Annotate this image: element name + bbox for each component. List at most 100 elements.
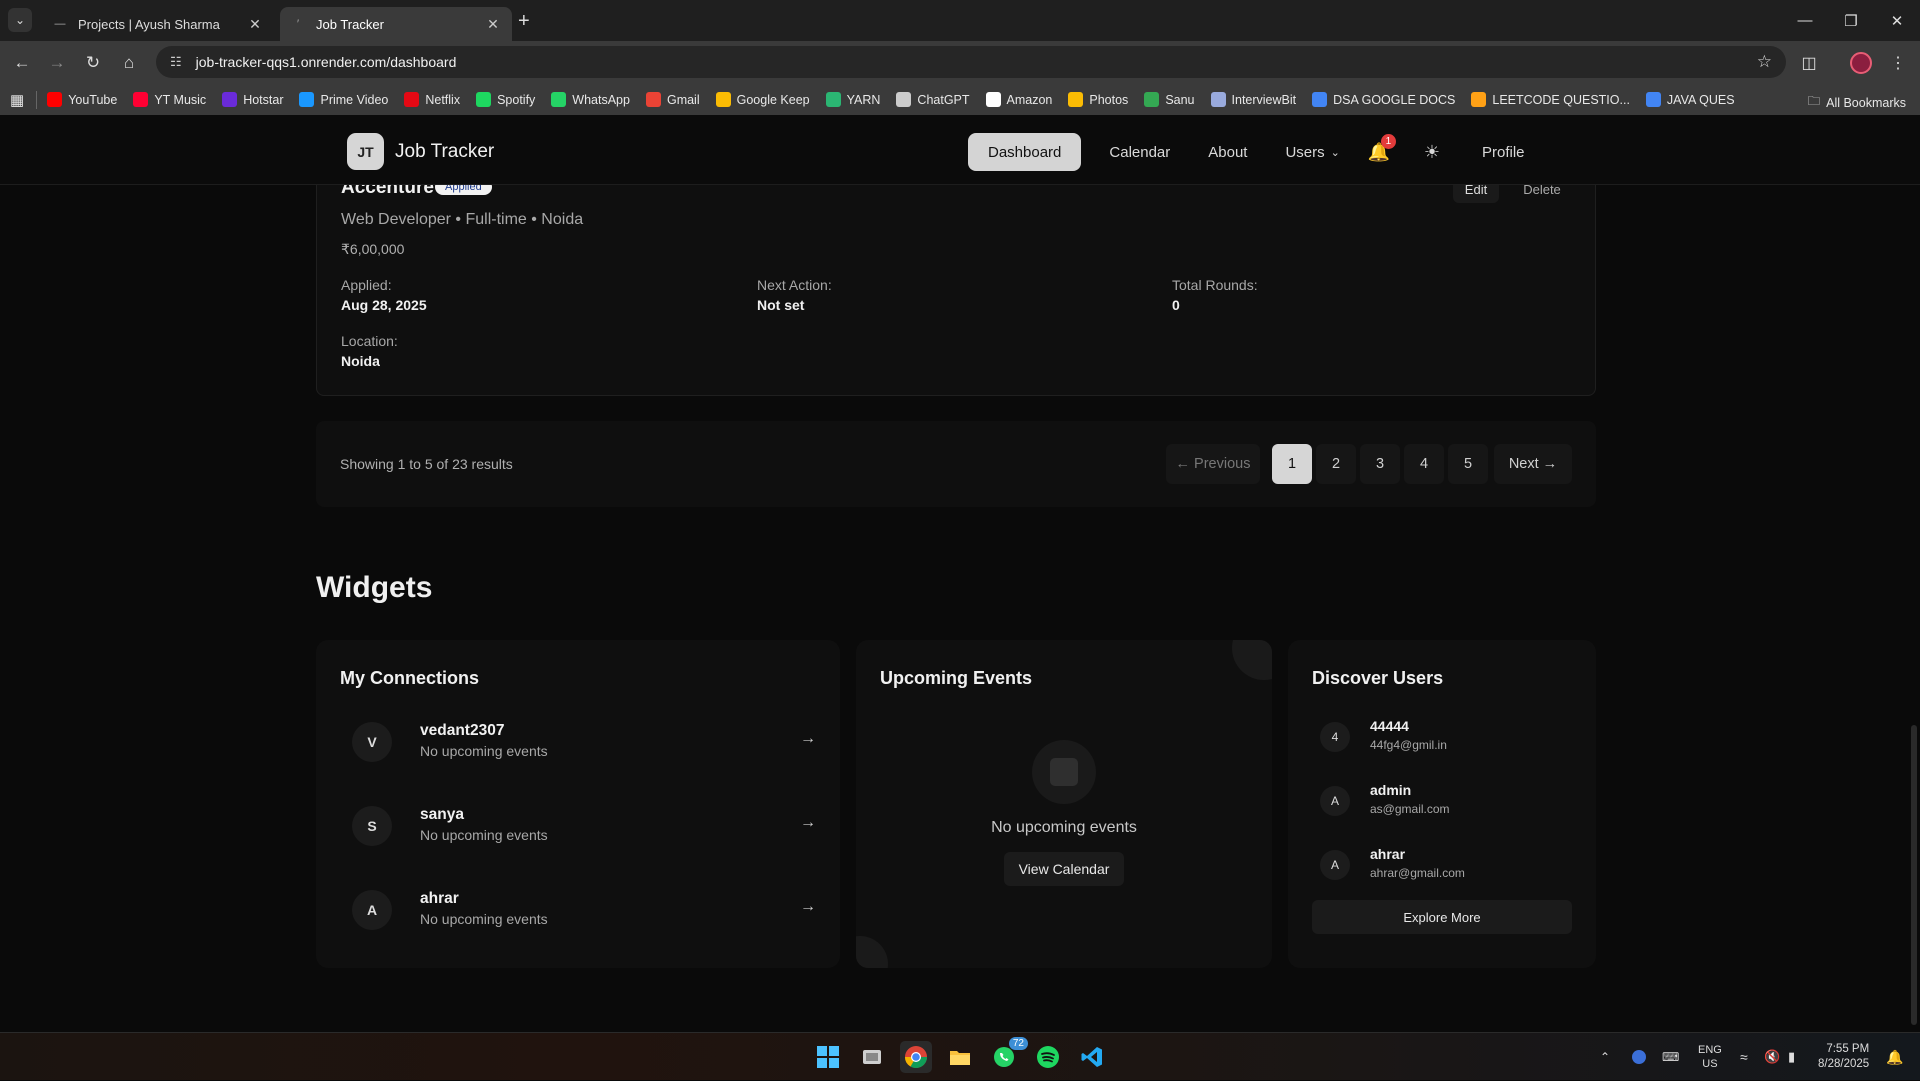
notification-center-icon[interactable]: 🔔 xyxy=(1886,1033,1903,1081)
spotify-icon[interactable] xyxy=(1032,1041,1064,1073)
bookmark-item[interactable]: YouTube xyxy=(47,92,117,107)
bookmark-star-icon[interactable]: ☆ xyxy=(1757,52,1772,72)
view-calendar-button[interactable]: View Calendar xyxy=(1004,852,1124,886)
arrow-right-icon[interactable]: → xyxy=(800,814,816,832)
page-scrollbar[interactable] xyxy=(1908,185,1920,1032)
explore-more-button[interactable]: Explore More xyxy=(1312,900,1572,934)
bookmark-favicon-icon xyxy=(222,92,238,107)
bookmark-item[interactable]: InterviewBit xyxy=(1210,92,1296,107)
bookmark-label: Netflix xyxy=(425,92,461,107)
page-button-3[interactable]: 3 xyxy=(1360,444,1400,484)
bookmark-item[interactable]: YT Music xyxy=(133,92,206,107)
location-field: Location: Noida xyxy=(341,333,398,369)
task-view-icon[interactable] xyxy=(856,1041,888,1073)
bookmark-item[interactable]: Netflix xyxy=(404,92,460,107)
connection-name: ahrar xyxy=(420,890,459,907)
close-tab-icon[interactable]: ✕ xyxy=(246,15,264,33)
back-icon[interactable]: ← xyxy=(9,50,35,76)
extensions-icon[interactable]: ◫ xyxy=(1796,50,1822,76)
site-info-icon[interactable]: ☷ xyxy=(170,54,182,70)
language-indicator[interactable]: ENG US xyxy=(1698,1033,1722,1081)
chevron-down-icon: ⌄ xyxy=(1330,146,1340,159)
connection-item[interactable]: S sanya No upcoming events → xyxy=(352,804,832,848)
minimize-icon[interactable]: — xyxy=(1782,0,1828,41)
scrollbar-thumb[interactable] xyxy=(1911,725,1917,1025)
browser-tab[interactable]: — Projects | Ayush Sharma ✕ xyxy=(42,7,274,41)
bookmark-item[interactable]: Google Keep xyxy=(715,92,810,107)
bookmarks-bar: ▦ YouTube YT Music Hotstar Prime Video Netfl… xyxy=(0,84,1920,115)
profile-avatar[interactable] xyxy=(1848,50,1874,76)
page-button-4[interactable]: 4 xyxy=(1404,444,1444,484)
delete-button[interactable]: Delete xyxy=(1513,185,1571,203)
battery-icon[interactable]: ▮ xyxy=(1788,1033,1795,1081)
bookmark-item[interactable]: Spotify xyxy=(476,92,535,107)
file-explorer-icon[interactable] xyxy=(944,1041,976,1073)
forward-icon[interactable]: → xyxy=(44,50,70,76)
whatsapp-icon[interactable]: 72 xyxy=(988,1037,1028,1073)
user-item[interactable]: A admin as@gmail.com xyxy=(1320,782,1580,822)
close-window-icon[interactable]: ✕ xyxy=(1874,0,1920,41)
close-tab-icon[interactable]: ✕ xyxy=(484,15,502,33)
windows-start-icon[interactable] xyxy=(812,1041,844,1073)
notifications-button[interactable]: 🔔 1 xyxy=(1364,133,1396,171)
chrome-icon[interactable] xyxy=(900,1041,932,1073)
bookmark-item[interactable]: JAVA QUES xyxy=(1645,92,1735,107)
volume-muted-icon[interactable]: 🔇 xyxy=(1764,1033,1780,1081)
app-navbar: JT Job Tracker Dashboard Calendar About … xyxy=(0,115,1920,185)
url-text: job-tracker-qqs1.onrender.com/dashboard xyxy=(195,54,457,70)
bookmark-item[interactable]: LEETCODE QUESTIO... xyxy=(1471,92,1630,107)
address-bar[interactable]: ☷ job-tracker-qqs1.onrender.com/dashboar… xyxy=(156,46,1786,78)
bookmark-item[interactable]: Amazon xyxy=(985,92,1052,107)
bookmark-label: Sanu xyxy=(1165,92,1195,107)
nav-users[interactable]: Users ⌄ xyxy=(1271,133,1353,171)
bookmark-item[interactable]: Sanu xyxy=(1144,92,1195,107)
nav-profile[interactable]: Profile xyxy=(1468,133,1539,171)
nav-dashboard[interactable]: Dashboard xyxy=(968,133,1082,171)
nav-links: Dashboard Calendar About Users ⌄ 🔔 1 ☀ P… xyxy=(968,133,1539,171)
next-button[interactable]: Next → xyxy=(1494,444,1572,484)
nav-about[interactable]: About xyxy=(1194,133,1261,171)
user-item[interactable]: A ahrar ahrar@gmail.com xyxy=(1320,846,1580,886)
home-icon[interactable]: ⌂ xyxy=(116,50,142,76)
vscode-icon[interactable] xyxy=(1076,1041,1108,1073)
arrow-right-icon[interactable]: → xyxy=(800,730,816,748)
nav-calendar[interactable]: Calendar xyxy=(1095,133,1184,171)
all-bookmarks-button[interactable]: 🗀 All Bookmarks xyxy=(1808,92,1906,113)
previous-button[interactable]: ← Previous xyxy=(1166,444,1260,484)
new-tab-button[interactable]: + xyxy=(518,10,530,33)
bookmark-item[interactable]: Prime Video xyxy=(299,92,388,107)
edit-button[interactable]: Edit xyxy=(1453,185,1499,203)
user-item[interactable]: 4 44444 44fg4@gmil.in xyxy=(1320,718,1580,758)
bookmark-favicon-icon xyxy=(985,92,1001,107)
keyboard-icon[interactable]: ⌨ xyxy=(1662,1033,1679,1081)
browser-tab-active[interactable]: ′ Job Tracker ✕ xyxy=(280,7,512,41)
bookmark-item[interactable]: Hotstar xyxy=(222,92,283,107)
connection-item[interactable]: A ahrar No upcoming events → xyxy=(352,888,832,932)
page-button-5[interactable]: 5 xyxy=(1448,444,1488,484)
tab-search-button[interactable]: ⌄ xyxy=(8,8,32,32)
brand[interactable]: JT Job Tracker xyxy=(347,133,494,170)
restore-icon[interactable]: ❐ xyxy=(1828,0,1874,41)
show-hidden-icons[interactable]: ⌃ xyxy=(1600,1033,1610,1081)
bookmark-item[interactable]: Photos xyxy=(1068,92,1128,107)
bookmark-favicon-icon xyxy=(645,92,661,107)
connection-item[interactable]: V vedant2307 No upcoming events → xyxy=(352,720,832,764)
arrow-right-icon[interactable]: → xyxy=(800,898,816,916)
apps-grid-icon[interactable]: ▦ xyxy=(10,91,24,109)
clock[interactable]: 7:55 PM 8/28/2025 xyxy=(1818,1033,1869,1081)
discover-widget: Discover Users 4 44444 44fg4@gmil.in A a… xyxy=(1288,640,1596,968)
bookmark-item[interactable]: YARN xyxy=(825,92,880,107)
reload-icon[interactable]: ↻ xyxy=(80,50,106,76)
bookmark-item[interactable]: DSA GOOGLE DOCS xyxy=(1312,92,1455,107)
bookmark-label: JAVA QUES xyxy=(1666,92,1735,107)
bookmark-item[interactable]: ChatGPT xyxy=(896,92,970,107)
bookmark-item[interactable]: WhatsApp xyxy=(551,92,630,107)
theme-toggle-sun-icon[interactable]: ☀ xyxy=(1410,133,1454,171)
wifi-icon[interactable]: ≈ xyxy=(1740,1033,1748,1081)
field-label: Next Action: xyxy=(757,277,832,293)
page-button-2[interactable]: 2 xyxy=(1316,444,1356,484)
bookmark-item[interactable]: Gmail xyxy=(645,92,700,107)
page-button-1[interactable]: 1 xyxy=(1272,444,1312,484)
browser-menu-icon[interactable]: ⋮ xyxy=(1885,50,1911,76)
copilot-icon[interactable] xyxy=(1632,1033,1646,1081)
